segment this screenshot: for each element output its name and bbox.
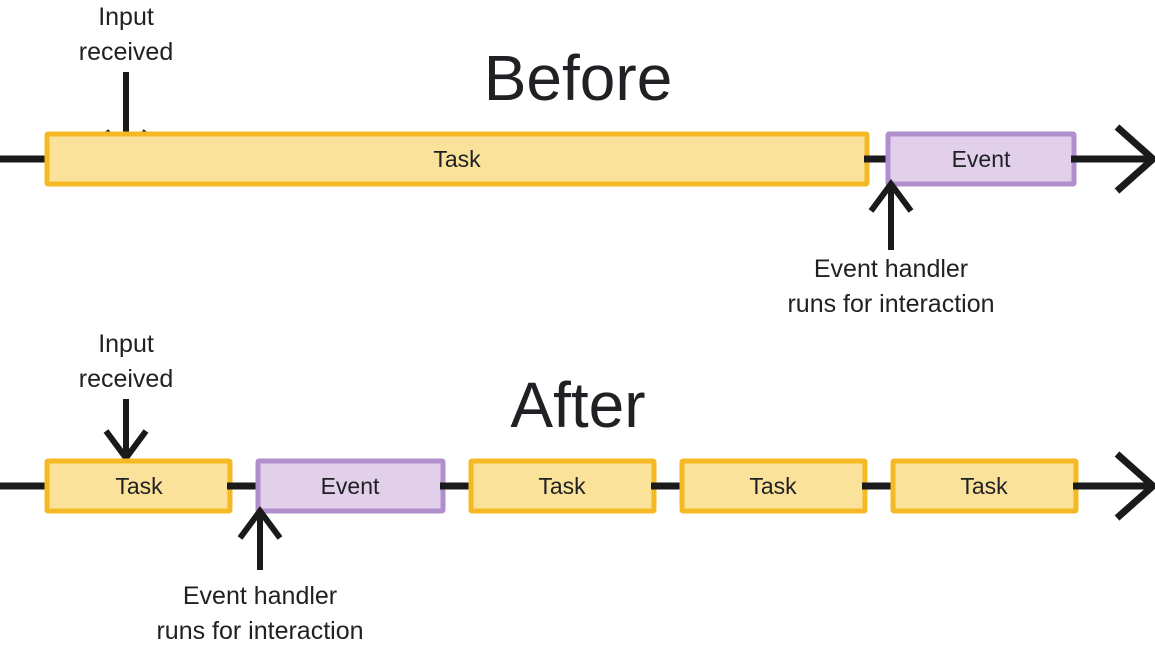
before-input-annotation-line1: Input [98,3,154,31]
after-block-task-1-label: Task [115,473,163,499]
before-handler-arrow-icon [868,178,914,250]
after-block-task-1: Task [44,458,233,514]
before-section: Before Input received Task Event Event h… [0,3,1155,318]
after-title: After [510,369,645,441]
after-block-task-4: Task [890,458,1079,514]
after-section: After Input received Task Event Task Tas… [0,330,1155,645]
after-handler-annotation-line1: Event handler [183,582,337,610]
before-handler-annotation-line1: Event handler [814,255,968,283]
after-block-task-3: Task [679,458,868,514]
before-block-task: Task [44,131,870,187]
after-handler-arrow-icon [237,505,283,570]
after-block-event-label: Event [321,473,380,499]
before-block-event: Event [885,131,1077,187]
after-timeline-arrow-icon [1073,451,1155,521]
before-block-task-label: Task [433,146,481,172]
before-input-annotation-line2: received [79,38,174,66]
after-input-annotation: Input received [79,330,174,464]
before-block-event-label: Event [952,146,1011,172]
after-block-task-4-label: Task [960,473,1008,499]
diagram-canvas: Before Input received Task Event Event h… [0,0,1155,647]
before-handler-annotation-line2: runs for interaction [787,290,994,318]
after-block-task-2: Task [468,458,657,514]
after-handler-annotation: Event handler runs for interaction [156,505,364,645]
after-input-annotation-line1: Input [98,330,154,358]
after-handler-annotation-line2: runs for interaction [156,617,363,645]
before-timeline-arrow-icon [1071,124,1155,194]
after-input-arrow-icon [103,399,149,464]
before-after-timeline-diagram: Before Input received Task Event Event h… [0,3,1155,645]
before-handler-annotation: Event handler runs for interaction [787,178,995,318]
before-title: Before [484,42,673,114]
after-input-annotation-line2: received [79,365,174,393]
after-block-task-3-label: Task [749,473,797,499]
after-block-task-2-label: Task [538,473,586,499]
after-block-event: Event [255,458,446,514]
